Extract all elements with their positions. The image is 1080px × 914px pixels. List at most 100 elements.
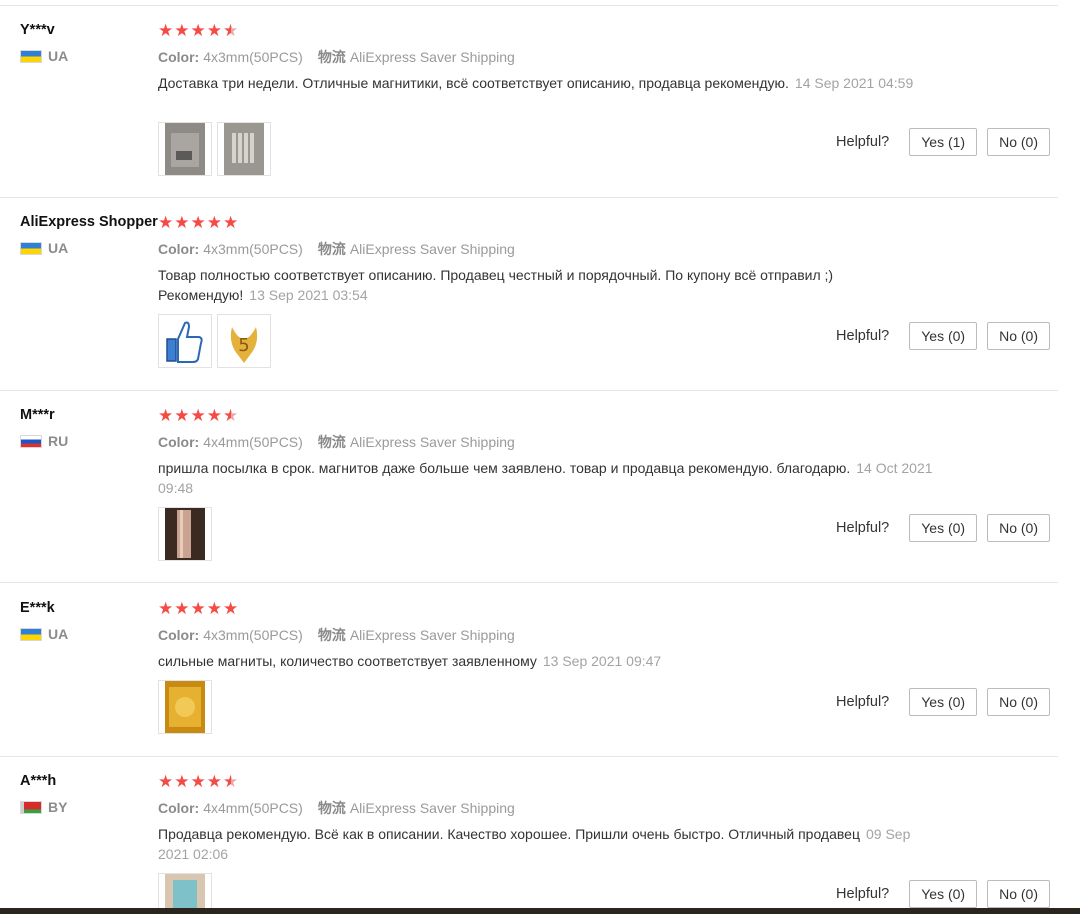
ukraine-flag-icon — [20, 627, 42, 641]
review-photo-thumbnail[interactable] — [158, 680, 212, 734]
five-star-badge-photo-icon: 5 — [230, 327, 258, 363]
reviewer-name: E***k — [20, 600, 55, 616]
review-text: Продавца рекомендую. Всё как в описании.… — [158, 824, 938, 864]
review-divider — [0, 197, 1058, 198]
star-icon: ★ — [158, 213, 174, 232]
star-icon: ★ — [206, 599, 222, 618]
helpful-no-button[interactable]: No (0) — [987, 514, 1050, 542]
shipping-label: 物流 — [317, 434, 346, 450]
review-photo-thumbnail[interactable] — [158, 122, 212, 176]
color-value: 4x3mm(50PCS) — [203, 49, 303, 65]
review-photo-thumbnail[interactable] — [158, 507, 212, 561]
review-item: E***k UA ★ ★ ★ ★ ★ Color: 4x3mm(50PCS) 物流 AliEx… — [0, 600, 1058, 757]
color-value: 4x3mm(50PCS) — [203, 241, 303, 257]
star-icon: ★ — [223, 213, 239, 232]
shipping-value: AliExpress Saver Shipping — [349, 434, 515, 450]
helpful-label: Helpful? — [836, 694, 890, 710]
helpful-no-button[interactable]: No (0) — [987, 880, 1050, 908]
star-icon: ★ — [174, 21, 190, 40]
review-photo-thumbnail[interactable] — [217, 122, 271, 176]
top-divider — [0, 5, 1058, 6]
review-body: сильные магниты, количество соответствуе… — [158, 653, 537, 669]
country-code: UA — [48, 626, 69, 642]
reviewer-name: Y***v — [20, 22, 55, 38]
half-star-icon: ★ — [223, 21, 239, 40]
color-value: 4x3mm(50PCS) — [203, 627, 303, 643]
star-icon: ★ — [190, 773, 206, 791]
review-item: AliExpress Shopper UA ★ ★ ★ ★ ★ Color: 4x3mm(… — [0, 214, 1058, 391]
star-icon: ★ — [158, 773, 174, 791]
order-info: Color: 4x4mm(50PCS) 物流 AliExpress Saver Shi… — [158, 798, 515, 818]
star-icon: ★ — [190, 213, 206, 232]
thumbs-up-photo-icon — [166, 321, 203, 363]
country-code: BY — [48, 799, 68, 815]
review-photos — [158, 122, 271, 176]
helpful-label: Helpful? — [836, 328, 890, 344]
order-info: Color: 4x3mm(50PCS) 物流 AliExpress Saver Shi… — [158, 625, 515, 645]
helpful-controls: Helpful? Yes (0) No (0) — [836, 514, 1050, 542]
helpful-label: Helpful? — [836, 886, 890, 902]
star-icon: ★ — [174, 599, 190, 618]
star-rating: ★ ★ ★ ★ ★ — [158, 407, 238, 425]
color-value: 4x4mm(50PCS) — [203, 434, 303, 450]
helpful-yes-button[interactable]: Yes (0) — [909, 688, 978, 716]
helpful-yes-button[interactable]: Yes (0) — [909, 322, 978, 350]
review-body: Продавца рекомендую. Всё как в описании.… — [158, 826, 860, 842]
golden-package-photo-icon — [165, 681, 205, 733]
star-icon: ★ — [190, 406, 206, 425]
country-code: UA — [48, 240, 69, 256]
reviewer-country: UA — [20, 626, 68, 642]
review-divider — [0, 756, 1058, 757]
helpful-yes-button[interactable]: Yes (0) — [909, 880, 978, 908]
review-body: Доставка три недели. Отличные магнитики,… — [158, 75, 789, 91]
helpful-no-button[interactable]: No (0) — [987, 688, 1050, 716]
order-info: Color: 4x4mm(50PCS) 物流 AliExpress Saver Shi… — [158, 432, 515, 452]
review-date: 13 Sep 2021 09:47 — [542, 653, 662, 669]
review-text: сильные магниты, количество соответствуе… — [158, 651, 938, 671]
country-code: UA — [48, 48, 69, 64]
star-icon: ★ — [158, 21, 174, 40]
magnet-stack-photo-icon — [165, 508, 205, 560]
magnets-grid-photo-icon — [224, 123, 264, 175]
review-item: A***h BY ★ ★ ★ ★ ★ Color: 4x4mm(50PCS) 物流 AliEx… — [0, 773, 1058, 914]
color-label: Color: — [158, 241, 200, 257]
shipping-label: 物流 — [317, 800, 346, 816]
shipping-label: 物流 — [317, 241, 346, 257]
belarus-flag-icon — [20, 800, 42, 814]
star-icon: ★ — [206, 21, 222, 40]
reviewer-name: A***h — [20, 773, 57, 789]
star-icon: ★ — [174, 773, 190, 791]
star-rating: ★ ★ ★ ★ ★ — [158, 22, 238, 40]
star-icon: ★ — [206, 213, 222, 232]
review-text: пришла посылка в срок. магнитов даже бол… — [158, 458, 938, 498]
review-item: M***r RU ★ ★ ★ ★ ★ Color: 4x4mm(50PCS) 物流 AliEx… — [0, 407, 1058, 583]
shipping-label: 物流 — [317, 49, 346, 65]
review-photo-thumbnail[interactable]: 5 — [217, 314, 271, 368]
review-item: Y***v UA ★ ★ ★ ★ ★ Color: 4x3mm(50PCS) 物流 AliEx… — [0, 22, 1058, 198]
star-rating: ★ ★ ★ ★ ★ — [158, 773, 238, 791]
shipping-value: AliExpress Saver Shipping — [349, 241, 515, 257]
star-icon: ★ — [190, 21, 206, 40]
helpful-no-button[interactable]: No (0) — [987, 322, 1050, 350]
helpful-yes-button[interactable]: Yes (0) — [909, 514, 978, 542]
review-body: пришла посылка в срок. магнитов даже бол… — [158, 460, 851, 476]
magnet-bag-photo-icon — [165, 123, 205, 175]
color-label: Color: — [158, 627, 200, 643]
review-photos: 5 — [158, 314, 271, 368]
helpful-yes-button[interactable]: Yes (1) — [909, 128, 978, 156]
star-icon: ★ — [158, 406, 174, 425]
helpful-no-button[interactable]: No (0) — [987, 128, 1050, 156]
review-divider — [0, 582, 1058, 583]
shipping-value: AliExpress Saver Shipping — [349, 627, 515, 643]
color-value: 4x4mm(50PCS) — [203, 800, 303, 816]
review-date: 14 Sep 2021 04:59 — [794, 75, 914, 91]
shipping-value: AliExpress Saver Shipping — [349, 800, 515, 816]
reviewer-country: RU — [20, 433, 68, 449]
svg-text:5: 5 — [238, 335, 249, 356]
reviewer-country: BY — [20, 799, 67, 815]
review-photo-thumbnail[interactable] — [158, 314, 212, 368]
star-icon: ★ — [174, 406, 190, 425]
star-icon: ★ — [206, 406, 222, 425]
star-icon: ★ — [206, 773, 222, 791]
helpful-controls: Helpful? Yes (1) No (0) — [836, 128, 1050, 156]
